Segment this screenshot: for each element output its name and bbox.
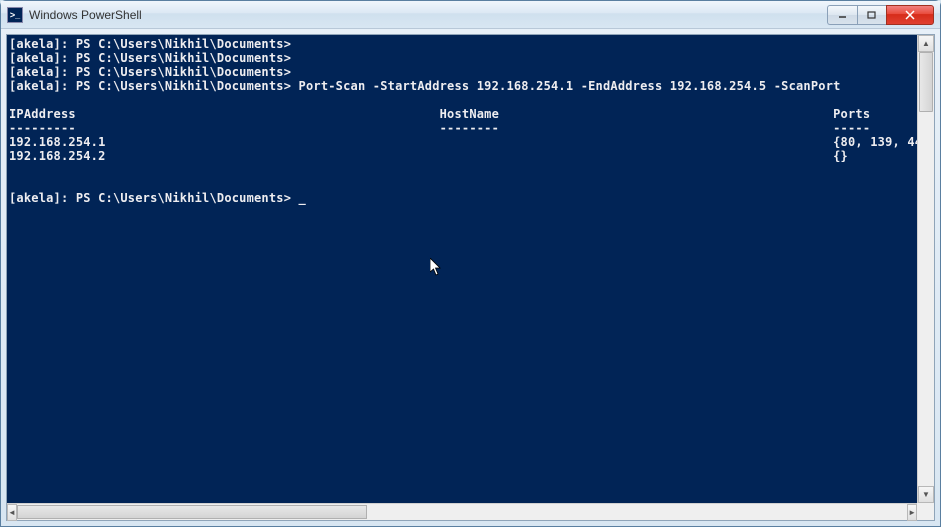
vertical-scroll-track[interactable] (918, 52, 934, 486)
console-frame: [akela]: PS C:\Users\Nikhil\Documents> [… (6, 34, 935, 521)
maximize-button[interactable] (857, 5, 887, 25)
close-button[interactable] (886, 5, 934, 25)
vertical-scrollbar[interactable]: ▲ ▼ (917, 35, 934, 503)
horizontal-scrollbar[interactable]: ◄ ► (7, 503, 917, 520)
horizontal-scroll-track[interactable] (17, 504, 907, 520)
titlebar[interactable]: >_ Windows PowerShell (1, 1, 940, 29)
powershell-window: >_ Windows PowerShell [akela]: PS C:\Use… (0, 0, 941, 527)
minimize-button[interactable] (827, 5, 857, 25)
window-title: Windows PowerShell (29, 8, 827, 22)
terminal-output[interactable]: [akela]: PS C:\Users\Nikhil\Documents> [… (7, 35, 934, 520)
scroll-up-button[interactable]: ▲ (918, 35, 934, 52)
powershell-icon: >_ (7, 7, 23, 23)
window-controls (827, 5, 934, 25)
scroll-right-button[interactable]: ► (907, 504, 917, 521)
vertical-scroll-thumb[interactable] (919, 52, 933, 112)
scroll-down-button[interactable]: ▼ (918, 486, 934, 503)
scrollbar-corner (917, 503, 934, 520)
scroll-left-button[interactable]: ◄ (7, 504, 17, 521)
horizontal-scroll-thumb[interactable] (17, 505, 367, 519)
